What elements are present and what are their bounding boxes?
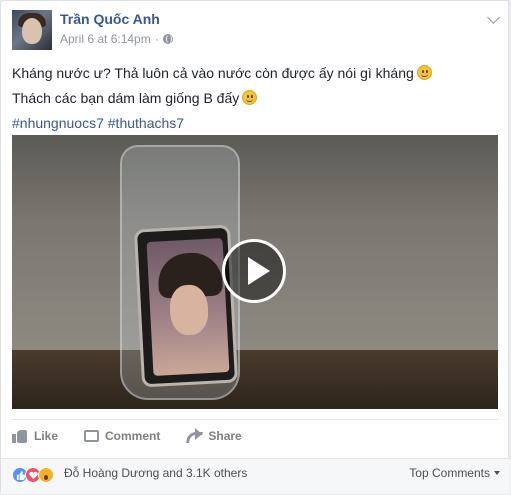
- reactions-bar: Đỗ Hoàng Dương and 3.1K others Top Comme…: [1, 458, 510, 494]
- share-label: Share: [208, 429, 242, 443]
- post-hashtags: #nhungnuocs7 #thuthachs7: [12, 113, 502, 134]
- video-table-surface: [12, 350, 498, 409]
- post-text: Kháng nước ư? Thả luôn cả vào nước còn đ…: [12, 63, 502, 138]
- post-card: Trần Quốc Anh April 6 at 6:14pm · Kháng …: [0, 0, 510, 494]
- share-icon: [186, 428, 203, 443]
- actions-divider: [12, 419, 498, 420]
- post-text-line-1-content: Kháng nước ư? Thả luôn cả vào nước còn đ…: [12, 65, 414, 81]
- top-comments-label: Top Comments: [409, 466, 490, 480]
- play-icon[interactable]: [222, 239, 286, 303]
- wink-emoji-icon: [416, 65, 432, 80]
- comment-icon: [84, 430, 100, 442]
- comment-button[interactable]: Comment: [84, 429, 160, 443]
- wow-reaction-icon: [38, 467, 54, 483]
- reactions-summary[interactable]: Đỗ Hoàng Dương and 3.1K others: [64, 466, 247, 480]
- reaction-icons[interactable]: [12, 467, 54, 483]
- grin-emoji-icon: [242, 90, 258, 105]
- hashtag-link[interactable]: #thuthachs7: [108, 115, 184, 131]
- post-text-line-2: Thách các bạn dám làm giống B đấy: [12, 88, 502, 109]
- post-meta: April 6 at 6:14pm ·: [60, 32, 173, 46]
- hashtag-link[interactable]: #nhungnuocs7: [12, 115, 104, 131]
- post-text-line-1: Kháng nước ư? Thả luôn cả vào nước còn đ…: [12, 63, 502, 84]
- top-comments-dropdown[interactable]: Top Comments: [409, 466, 500, 480]
- post-text-line-2-content: Thách các bạn dám làm giống B đấy: [12, 90, 240, 106]
- like-label: Like: [34, 429, 59, 443]
- post-timestamp[interactable]: April 6 at 6:14pm: [60, 32, 151, 46]
- post-actions: Like Comment Share: [12, 423, 242, 449]
- caret-down-icon: [494, 471, 500, 475]
- author-name[interactable]: Trần Quốc Anh: [60, 11, 160, 27]
- like-button[interactable]: Like: [12, 429, 58, 443]
- author-avatar[interactable]: [12, 10, 52, 50]
- comment-label: Comment: [105, 429, 161, 443]
- avatar-face: [22, 18, 42, 44]
- meta-separator: ·: [154, 32, 159, 46]
- video-player[interactable]: [12, 135, 498, 409]
- video-screen-face: [168, 284, 210, 336]
- share-button[interactable]: Share: [186, 428, 242, 443]
- thumbs-up-icon: [12, 429, 28, 443]
- globe-icon[interactable]: [162, 34, 173, 44]
- chevron-down-icon[interactable]: [487, 11, 500, 24]
